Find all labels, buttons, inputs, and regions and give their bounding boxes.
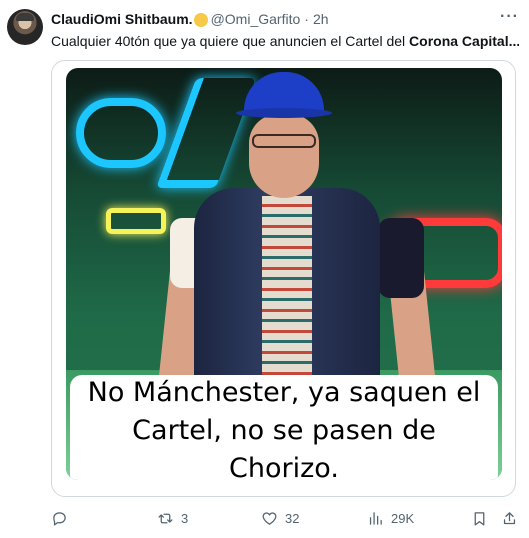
reply-button[interactable] <box>51 510 68 527</box>
meme-caption: No Mánchester, ya saquen el Cartel, no s… <box>87 376 481 481</box>
like-button[interactable]: 32 <box>261 510 299 527</box>
tweet-timestamp[interactable]: 2h <box>313 11 329 27</box>
meme-caption-box: No Mánchester, ya saquen el Cartel, no s… <box>70 375 498 480</box>
retweet-icon <box>158 513 173 523</box>
retweet-button[interactable]: 3 <box>157 510 188 527</box>
share-icon <box>503 511 516 524</box>
bookmark-icon <box>474 511 485 526</box>
more-options-icon[interactable]: ··· <box>500 9 519 25</box>
relieved-face-emoji-icon <box>193 13 208 27</box>
meme-photo[interactable]: No Mánchester, ya saquen el Cartel, no s… <box>66 68 502 480</box>
author-handle[interactable]: @Omi_Garfito <box>211 11 301 27</box>
retweet-count: 3 <box>181 510 189 526</box>
tweet-header: ClaudiOmi Shitbaum. @Omi_Garfito · 2h <box>51 9 489 29</box>
views-icon <box>369 511 382 525</box>
bookmark-button[interactable] <box>471 510 488 527</box>
separator-dot: · <box>304 11 309 27</box>
tweet-text: Cualquier 40tón que ya quiere que anunci… <box>51 32 519 50</box>
tweet-text-normal: Cualquier 40tón que ya quiere que anunci… <box>51 33 410 49</box>
heart-icon <box>262 511 277 525</box>
reply-icon <box>53 511 66 526</box>
like-count: 32 <box>285 510 300 526</box>
face <box>249 114 319 198</box>
tweet-text-bold: Corona Capital... <box>409 33 519 49</box>
views-button[interactable]: 29K <box>367 510 414 527</box>
tweet-media[interactable]: No Mánchester, ya saquen el Cartel, no s… <box>51 60 516 497</box>
share-button[interactable] <box>501 510 518 527</box>
author-avatar[interactable] <box>7 9 43 45</box>
tweet-actions: 3 32 29K <box>51 507 523 529</box>
author-name[interactable]: ClaudiOmi Shitbaum. <box>51 11 193 27</box>
views-count: 29K <box>391 510 415 526</box>
glasses <box>252 134 316 148</box>
